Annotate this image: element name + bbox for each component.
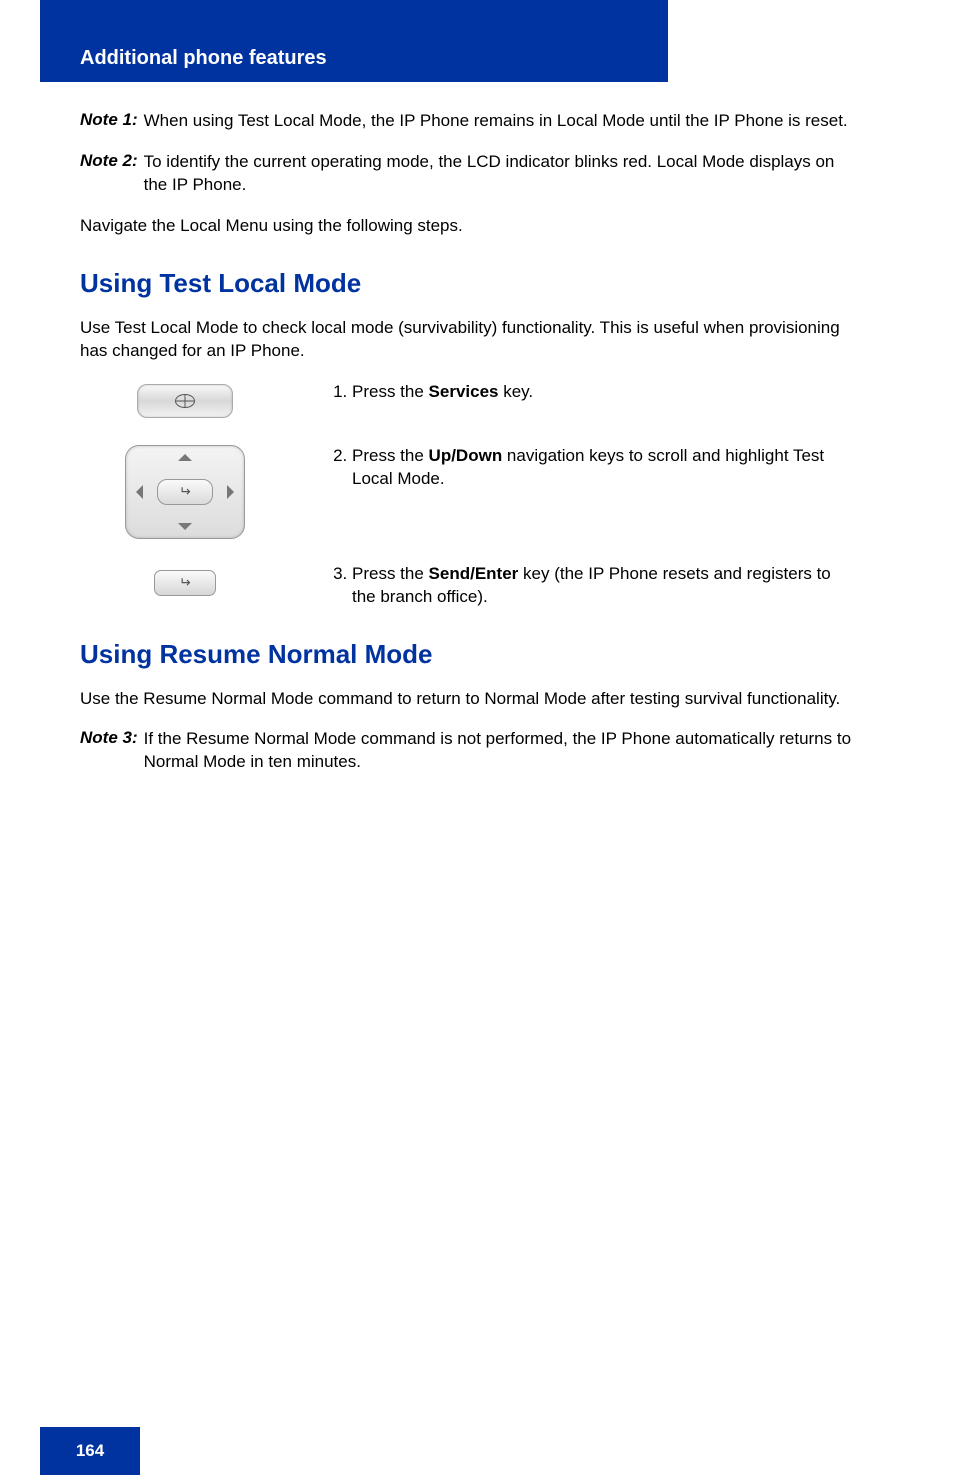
- note-1: Note 1: When using Test Local Mode, the …: [80, 110, 854, 133]
- page-content: Note 1: When using Test Local Mode, the …: [80, 110, 854, 792]
- note-body: When using Test Local Mode, the IP Phone…: [144, 110, 848, 133]
- note-body: To identify the current operating mode, …: [144, 151, 854, 197]
- nav-down-icon: [178, 523, 192, 530]
- enter-arrow-icon: ↵: [179, 483, 191, 500]
- step-3-item: Press the Send/Enter key (the IP Phone r…: [352, 563, 854, 609]
- nav-center-button: ↵: [157, 479, 213, 505]
- note-body: If the Resume Normal Mode command is not…: [144, 728, 854, 774]
- services-key-icon: [137, 384, 233, 418]
- step3-pre: Press the: [352, 564, 429, 583]
- step3-keyname: Send/Enter: [429, 564, 519, 583]
- intro-text: Navigate the Local Menu using the follow…: [80, 215, 854, 238]
- nav-up-icon: [178, 454, 192, 461]
- step-row-2: ↵ Press the Up/Down navigation keys to s…: [80, 445, 854, 539]
- step1-pre: Press the: [352, 382, 429, 401]
- send-enter-key-icon: ↵: [154, 570, 216, 596]
- page-footer: 164: [40, 1427, 140, 1475]
- section-heading-test-local-mode: Using Test Local Mode: [80, 268, 854, 299]
- note-2: Note 2: To identify the current operatin…: [80, 151, 854, 197]
- note-label: Note 2:: [80, 151, 138, 197]
- key-graphic-container: ↵: [80, 445, 290, 539]
- header-title: Additional phone features: [80, 47, 327, 70]
- step2-keyname: Up/Down: [429, 446, 503, 465]
- step-1-item: Press the Services key.: [352, 381, 854, 404]
- nav-right-icon: [227, 485, 234, 499]
- note-label: Note 1:: [80, 110, 138, 133]
- section1-intro: Use Test Local Mode to check local mode …: [80, 317, 854, 363]
- note-label: Note 3:: [80, 728, 138, 774]
- step2-pre: Press the: [352, 446, 429, 465]
- step-text: Press the Services key.: [330, 381, 854, 408]
- step1-post: key.: [499, 382, 534, 401]
- page-header: Additional phone features: [40, 0, 668, 82]
- step1-keyname: Services: [429, 382, 499, 401]
- step-row-3: ↵ Press the Send/Enter key (the IP Phone…: [80, 563, 854, 613]
- step-text: Press the Up/Down navigation keys to scr…: [330, 445, 854, 495]
- key-graphic-container: ↵: [80, 563, 290, 603]
- section-heading-resume-normal-mode: Using Resume Normal Mode: [80, 639, 854, 670]
- step-2-item: Press the Up/Down navigation keys to scr…: [352, 445, 854, 491]
- nav-left-icon: [136, 485, 143, 499]
- page-number: 164: [76, 1441, 104, 1461]
- step-text: Press the Send/Enter key (the IP Phone r…: [330, 563, 854, 613]
- key-graphic-container: [80, 381, 290, 421]
- section2-intro: Use the Resume Normal Mode command to re…: [80, 688, 854, 711]
- navigation-pad-icon: ↵: [125, 445, 245, 539]
- step-row-1: Press the Services key.: [80, 381, 854, 421]
- enter-arrow-icon: ↵: [179, 574, 191, 591]
- note-3: Note 3: If the Resume Normal Mode comman…: [80, 728, 854, 774]
- globe-icon: [175, 394, 195, 408]
